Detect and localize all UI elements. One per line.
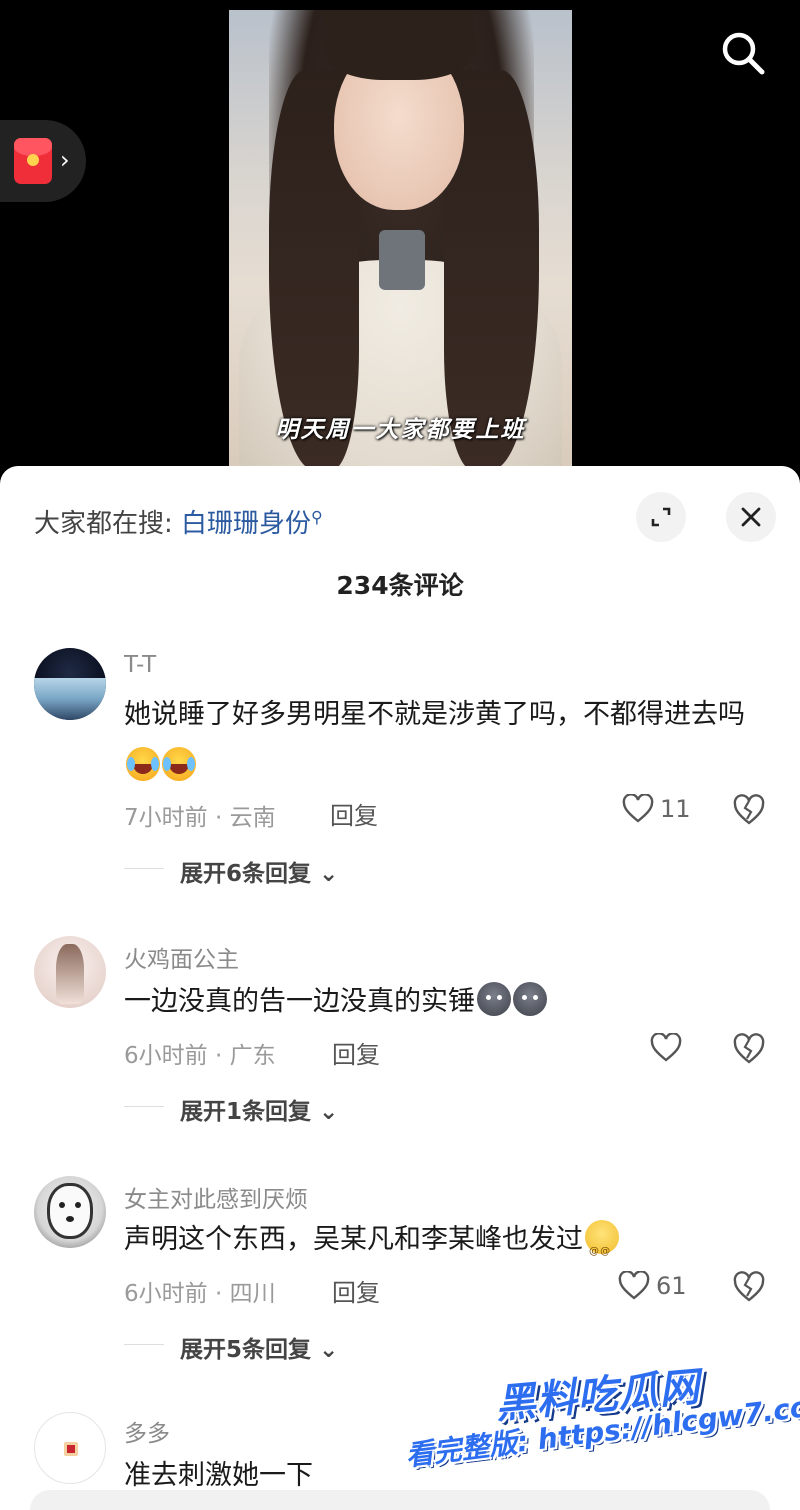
video-bangs: [324, 10, 474, 80]
red-envelope-seal: [27, 154, 39, 166]
dislike-button[interactable]: [732, 1271, 766, 1307]
comment-username[interactable]: T-T: [124, 652, 156, 678]
expand-replies-label: 展开5条回复: [180, 1337, 312, 1363]
comment-text-body: 她说睡了好多男明星不就是涉黄了吗，不都得进去吗: [124, 699, 745, 730]
like-button[interactable]: [650, 1033, 688, 1063]
comment-text-body: 声明这个东西，吴某凡和李某峰也发过: [124, 1224, 583, 1255]
laugh-cry-emoji-icon: [126, 747, 160, 781]
hot-search-bar[interactable]: 大家都在搜: 白珊珊身份⚲: [34, 503, 323, 540]
comment-time-location: 7小时前 · 云南: [124, 805, 276, 831]
comment-time-location: 6小时前 · 广东: [124, 1043, 276, 1069]
like-count: 61: [656, 1272, 687, 1300]
expand-replies-button[interactable]: 展开5条回复 ⌄: [180, 1330, 338, 1364]
heart-icon: [622, 794, 654, 823]
avatar[interactable]: [34, 936, 106, 1008]
comment-username[interactable]: 多多: [124, 1414, 170, 1448]
avatar[interactable]: [34, 1176, 106, 1248]
chevron-down-icon: ⌄: [319, 861, 339, 887]
avatar[interactable]: [34, 648, 106, 720]
reply-button[interactable]: 回复: [332, 1273, 380, 1308]
dislike-button[interactable]: [732, 1033, 766, 1069]
dislike-button[interactable]: [732, 794, 766, 830]
comment-time-location: 6小时前 · 四川: [124, 1281, 276, 1307]
video-frame[interactable]: 明天周一大家都要上班: [229, 10, 572, 472]
broken-heart-icon: [733, 1033, 765, 1064]
heart-icon: [618, 1271, 650, 1300]
chevron-down-icon: ⌄: [319, 1099, 339, 1125]
dizzy-face-emoji-icon: [585, 1220, 619, 1278]
comment-text-body: 一边没真的告一边没真的实锤: [124, 986, 475, 1017]
expand-sheet-button[interactable]: [636, 492, 686, 542]
divider: [124, 1344, 164, 1345]
divider: [124, 868, 164, 869]
red-packet-button[interactable]: ›: [0, 120, 86, 202]
like-count: 11: [660, 795, 691, 823]
video-player[interactable]: 明天周一大家都要上班 ›: [0, 0, 800, 480]
dark-face-emoji-icon: [513, 982, 547, 1016]
hot-search-prefix: 大家都在搜:: [34, 509, 173, 539]
like-button[interactable]: 11: [622, 794, 691, 824]
comment-text: 她说睡了好多男明星不就是涉黄了吗，不都得进去吗: [124, 689, 774, 793]
hot-search-keyword[interactable]: 白珊珊身份: [181, 509, 311, 539]
comment-username[interactable]: 火鸡面公主: [124, 940, 239, 974]
expand-replies-button[interactable]: 展开6条回复 ⌄: [180, 854, 338, 888]
video-collar: [379, 230, 425, 290]
comment-text: 一边没真的告一边没真的实锤: [124, 976, 774, 1028]
expand-icon: [651, 507, 671, 527]
expand-replies-label: 展开1条回复: [180, 1099, 312, 1125]
avatar[interactable]: [34, 1412, 106, 1484]
reply-button[interactable]: 回复: [330, 796, 378, 831]
comment-username[interactable]: 女主对此感到厌烦: [124, 1180, 308, 1214]
divider: [124, 1106, 164, 1107]
broken-heart-icon: [733, 794, 765, 825]
comment-text: 声明这个东西，吴某凡和李某峰也发过: [124, 1214, 774, 1278]
small-search-icon: ⚲: [311, 507, 323, 527]
dark-face-emoji-icon: [477, 982, 511, 1016]
close-button[interactable]: [726, 492, 776, 542]
chevron-right-icon: ›: [60, 146, 70, 174]
comment-input-bar[interactable]: [30, 1490, 770, 1510]
reply-button[interactable]: 回复: [332, 1035, 380, 1070]
laugh-cry-emoji-icon: [162, 747, 196, 781]
broken-heart-icon: [733, 1271, 765, 1302]
chevron-down-icon: ⌄: [319, 1337, 339, 1363]
comment-sheet: 大家都在搜: 白珊珊身份⚲ 234条评论 T-T 她说睡了好多男明星不就是涉黄了…: [0, 466, 800, 1510]
red-envelope-icon: [14, 138, 52, 184]
expand-replies-button[interactable]: 展开1条回复 ⌄: [180, 1092, 338, 1126]
video-subtitle: 明天周一大家都要上班: [275, 416, 526, 443]
like-button[interactable]: 61: [618, 1271, 687, 1301]
heart-icon: [650, 1033, 682, 1062]
search-icon[interactable]: [720, 30, 766, 76]
expand-replies-label: 展开6条回复: [180, 861, 312, 887]
comment-count: 234条评论: [336, 571, 464, 600]
close-icon: [741, 507, 761, 527]
